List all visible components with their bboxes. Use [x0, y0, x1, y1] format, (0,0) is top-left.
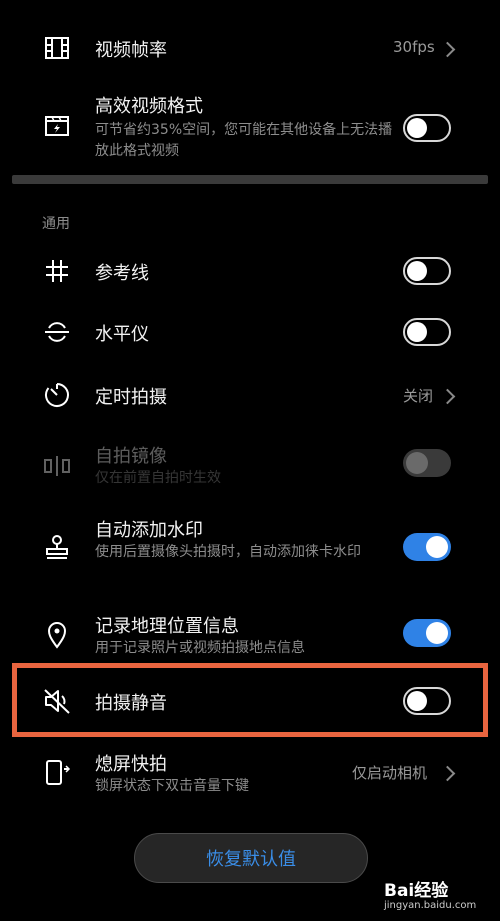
mute-icon	[42, 686, 72, 716]
setting-timer[interactable]: 定时拍摄 关闭	[0, 376, 500, 414]
setting-efficient-format[interactable]: 高效视频格式 可节省约35%空间，您可能在其他设备上无法播放此格式视频	[0, 88, 500, 166]
level-toggle[interactable]	[403, 318, 451, 346]
level-title: 水平仪	[95, 324, 149, 345]
mirror-title: 自拍镜像	[95, 446, 167, 467]
frame-rate-value: 30fps	[393, 38, 435, 56]
grid-title: 参考线	[95, 263, 149, 284]
toggle-knob	[407, 322, 427, 342]
snapshot-title: 熄屏快拍	[95, 754, 167, 775]
grid-toggle[interactable]	[403, 257, 451, 285]
mute-title: 拍摄静音	[95, 693, 167, 714]
mirror-desc: 仅在前置自拍时生效	[95, 470, 221, 486]
toggle-knob	[426, 536, 448, 558]
efficient-format-title: 高效视频格式	[95, 96, 203, 117]
timer-icon	[42, 380, 72, 410]
toggle-knob	[407, 691, 427, 711]
setting-watermark[interactable]: 自动添加水印 使用后置摄像头拍摄时，自动添加徕卡水印	[0, 514, 500, 584]
location-toggle[interactable]	[403, 619, 451, 647]
mirror-toggle[interactable]	[403, 449, 451, 477]
location-pin-icon	[42, 620, 72, 650]
toggle-knob	[407, 118, 427, 138]
stamp-icon	[42, 532, 72, 562]
snapshot-value: 仅启动相机	[352, 764, 428, 782]
watermark-toggle[interactable]	[403, 533, 451, 561]
watermark-url: jingyan.baidu.com	[384, 900, 477, 911]
chevron-right-icon	[439, 388, 456, 405]
toggle-knob	[407, 261, 427, 281]
baidu-watermark: Bai经验 jingyan.baidu.com	[384, 876, 496, 920]
setting-mirror[interactable]: 自拍镜像 仅在前置自拍时生效	[0, 440, 500, 490]
timer-title: 定时拍摄	[95, 387, 167, 408]
watermark-desc: 使用后置摄像头拍摄时，自动添加徕卡水印	[95, 544, 361, 560]
watermark-brand: Bai经验	[384, 881, 449, 901]
watermark-title: 自动添加水印	[95, 520, 203, 541]
setting-snapshot[interactable]: 熄屏快拍 锁屏状态下双击音量下键 仅启动相机	[0, 748, 500, 798]
section-divider	[12, 175, 488, 184]
setting-level[interactable]: 水平仪	[0, 313, 500, 351]
location-desc: 用于记录照片或视频拍摄地点信息	[95, 640, 305, 656]
reset-defaults-label: 恢复默认值	[206, 849, 296, 870]
setting-grid[interactable]: 参考线	[0, 252, 500, 290]
toggle-knob	[406, 452, 428, 474]
film-icon	[42, 33, 72, 63]
setting-frame-rate[interactable]: 视频帧率 30fps	[0, 25, 500, 71]
mute-toggle[interactable]	[403, 687, 451, 715]
snapshot-desc: 锁屏状态下双击音量下键	[95, 778, 249, 794]
level-icon	[42, 317, 72, 347]
phone-snapshot-icon	[42, 757, 72, 787]
efficient-format-desc: 可节省约35%空间，您可能在其他设备上无法播放此格式视频	[95, 122, 393, 159]
mirror-icon	[42, 451, 72, 481]
chevron-right-icon	[439, 765, 456, 782]
setting-mute[interactable]: 拍摄静音	[0, 682, 500, 720]
section-header-general: 通用	[42, 216, 70, 232]
frame-rate-title: 视频帧率	[95, 40, 167, 61]
timer-value: 关闭	[403, 387, 434, 405]
reset-defaults-button[interactable]: 恢复默认值	[134, 833, 368, 883]
setting-location[interactable]: 记录地理位置信息 用于记录照片或视频拍摄地点信息	[0, 610, 500, 660]
efficient-format-toggle[interactable]	[403, 114, 451, 142]
toggle-knob	[426, 622, 448, 644]
grid-icon	[42, 256, 72, 286]
location-title: 记录地理位置信息	[95, 616, 239, 637]
video-format-icon	[42, 110, 72, 140]
chevron-right-icon	[439, 41, 456, 58]
